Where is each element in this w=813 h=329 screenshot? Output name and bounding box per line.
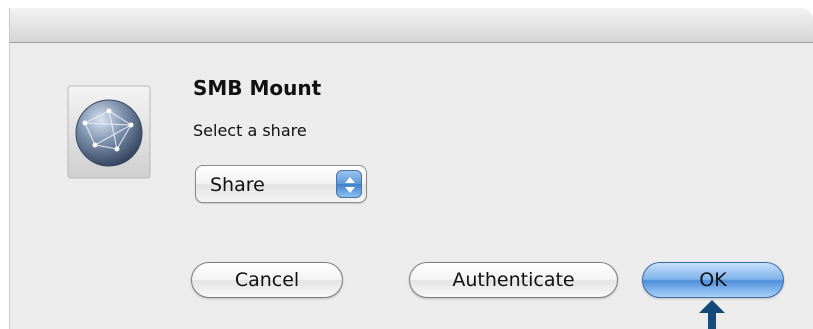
- window-titlebar[interactable]: [10, 8, 813, 43]
- smb-mount-dialog: SMB Mount Select a share Share Cancel Au…: [9, 8, 813, 329]
- authenticate-button[interactable]: Authenticate: [409, 262, 618, 298]
- cancel-button[interactable]: Cancel: [191, 262, 343, 298]
- dialog-title: SMB Mount: [193, 76, 322, 100]
- ok-button[interactable]: OK: [642, 262, 784, 298]
- share-select-value: Share: [210, 174, 265, 196]
- up-down-arrows-icon: [336, 170, 362, 198]
- dialog-subtitle: Select a share: [193, 121, 307, 140]
- up-arrow-indicator-icon: [699, 300, 725, 329]
- share-select[interactable]: Share: [195, 165, 367, 203]
- network-globe-icon: [67, 85, 151, 179]
